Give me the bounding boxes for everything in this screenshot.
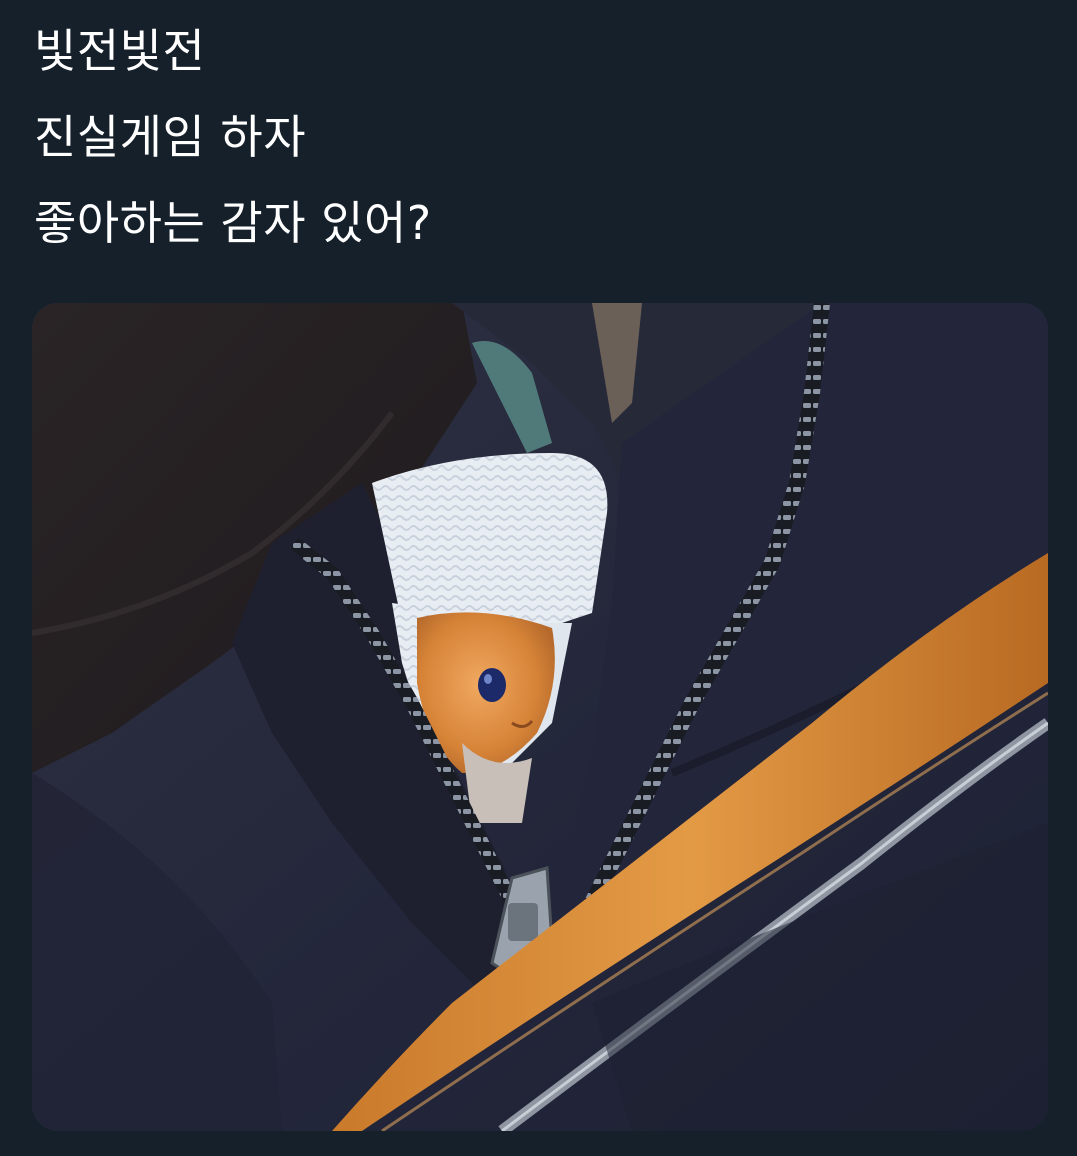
tweet-text: 빛전빛전 진실게임 하자 좋아하는 감자 있어? bbox=[34, 8, 1034, 266]
tweet-line-3: 좋아하는 감자 있어? bbox=[34, 196, 432, 250]
tweet-photo[interactable] bbox=[32, 303, 1048, 1131]
hamster-in-jacket-photo bbox=[32, 303, 1048, 1131]
tweet-line-2: 진실게임 하자 bbox=[34, 110, 307, 164]
tweet-line-1: 빛전빛전 bbox=[34, 24, 206, 78]
